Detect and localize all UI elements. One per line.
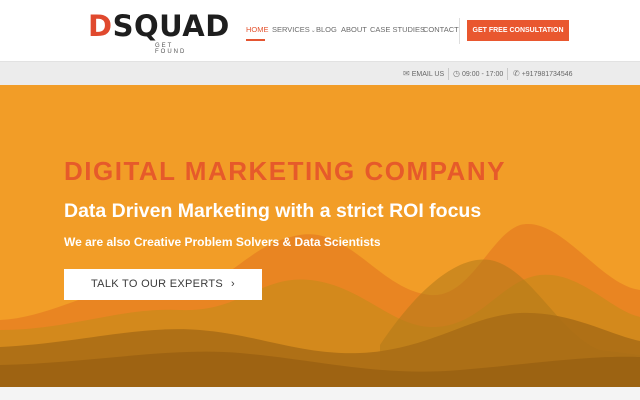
phone-icon: ✆: [513, 69, 520, 78]
logo-wordmark: DSQUAD: [88, 9, 230, 43]
site-header: DSQUAD GET FOUND HOME SERVICES⌄ BLOG ABO…: [0, 0, 640, 61]
clock-icon: ◷: [453, 69, 460, 78]
email-link[interactable]: ✉ EMAIL US: [403, 69, 444, 80]
talk-to-experts-label: TALK TO OUR EXPERTS: [90, 278, 224, 290]
nav-item-services[interactable]: SERVICES⌄: [272, 25, 316, 36]
info-divider: [507, 68, 508, 80]
nav-item-blog[interactable]: BLOG: [316, 25, 337, 35]
hero-banner: DIGITAL MARKETING COMPANY Data Driven Ma…: [0, 85, 640, 387]
hero-title: DIGITAL MARKETING COMPANY: [64, 156, 506, 186]
free-consultation-button[interactable]: GET FREE CONSULTATION: [467, 20, 569, 41]
hero-subtitle: Data Driven Marketing with a strict ROI …: [64, 200, 482, 222]
nav-item-case-studies[interactable]: CASE STUDIES: [370, 25, 425, 35]
talk-to-experts-button[interactable]: TALK TO OUR EXPERTS ›: [64, 269, 262, 300]
hero-tagline: We are also Creative Problem Solvers & D…: [64, 235, 381, 249]
logo[interactable]: DSQUAD GET FOUND: [88, 9, 229, 55]
info-divider: [448, 68, 449, 80]
chevron-right-icon: ›: [231, 278, 235, 290]
next-section-edge: [0, 387, 640, 400]
business-hours: ◷ 09:00 - 17:00: [453, 69, 504, 78]
contact-info-bar: ✉ EMAIL US ◷ 09:00 - 17:00 ✆ +917981734546: [0, 61, 640, 85]
logo-tagline: GET FOUND: [155, 43, 187, 55]
nav-divider: [459, 18, 460, 44]
nav-item-about[interactable]: ABOUT: [341, 25, 367, 35]
nav-item-contact[interactable]: CONTACT: [423, 25, 459, 35]
nav-item-home[interactable]: HOME: [246, 25, 269, 35]
envelope-icon: ✉: [403, 69, 410, 78]
nav-active-indicator: [246, 39, 265, 41]
phone-link[interactable]: ✆ +917981734546: [513, 69, 573, 80]
